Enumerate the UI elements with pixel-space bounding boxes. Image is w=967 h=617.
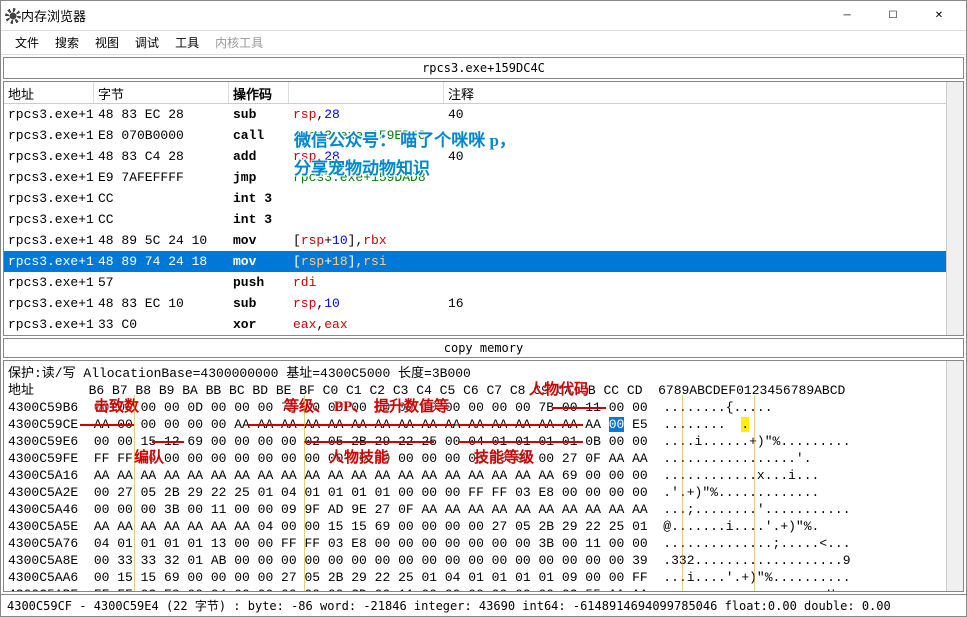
titlebar[interactable]: 内存浏览器 ─ ☐ ✕	[1, 1, 966, 31]
hex-row[interactable]: 4300C5ABE FF FF 03 E8 00 04 00 00 00 00 …	[4, 586, 963, 592]
redline-1	[80, 424, 134, 426]
hex-row[interactable]: 4300C59FE FF FF 00 00 00 00 00 00 00 00 …	[4, 450, 963, 467]
hex-row[interactable]: 4300C5A8E 00 33 33 32 01 AB 00 00 00 00 …	[4, 552, 963, 569]
minimize-button[interactable]: ─	[824, 1, 870, 31]
menu-view[interactable]: 视图	[87, 32, 127, 53]
disasm-row[interactable]: rpcs3.exe+1!48 83 EC 10subrsp,1016	[4, 293, 963, 314]
hex-row[interactable]: 4300C5A16 AA AA AA AA AA AA AA AA AA AA …	[4, 467, 963, 484]
copy-memory-button[interactable]: copy memory	[3, 338, 964, 358]
disasm-row[interactable]: rpcs3.exe+1!33 C0xoreax,eax	[4, 314, 963, 335]
disasm-row[interactable]: rpcs3.exe+1!E9 7AFEFFFFjmprpcs3.exe+159D…	[4, 167, 963, 188]
hex-row[interactable]: 4300C59B6 00 00 00 00 0D 00 00 00 78 00 …	[4, 399, 963, 416]
memory-viewer-window: 内存浏览器 ─ ☐ ✕ 文件 搜索 视图 调试 工具 内核工具 rpcs3.ex…	[0, 0, 967, 617]
hex-row[interactable]: 4300C5AA6 00 15 15 69 00 00 00 00 27 05 …	[4, 569, 963, 586]
disasm-row[interactable]: rpcs3.exe+1!48 89 74 24 18mov[rsp+18],rs…	[4, 251, 963, 272]
col-bytes[interactable]: 字节	[94, 82, 229, 103]
vline-4	[754, 395, 755, 592]
maximize-button[interactable]: ☐	[870, 1, 916, 31]
disasm-row[interactable]: rpcs3.exe+1!48 83 C4 28addrsp,2840	[4, 146, 963, 167]
status-text: 4300C59CF - 4300C59E4 (22 字节) : byte: -8…	[7, 599, 891, 613]
vline-2	[304, 395, 305, 592]
disassembly-panel: 地址 字节 操作码 注释 rpcs3.exe+1!48 83 EC 28subr…	[3, 81, 964, 336]
hex-protect-line: 保护:读/写 AllocationBase=4300000000 基址=4300…	[4, 361, 963, 382]
hex-dump[interactable]: 4300C59B6 00 00 00 00 0D 00 00 00 78 00 …	[4, 399, 963, 592]
close-button[interactable]: ✕	[916, 1, 962, 31]
menubar: 文件 搜索 视图 调试 工具 内核工具	[1, 31, 966, 55]
window-title: 内存浏览器	[21, 6, 824, 25]
hex-panel: 保护:读/写 AllocationBase=4300000000 基址=4300…	[3, 360, 964, 592]
disasm-row[interactable]: rpcs3.exe+1!CCint 3	[4, 209, 963, 230]
redline-5	[458, 424, 583, 426]
redline-4	[304, 441, 434, 443]
menu-search[interactable]: 搜索	[47, 32, 87, 53]
hex-row[interactable]: 4300C5A5E AA AA AA AA AA AA AA 04 00 00 …	[4, 518, 963, 535]
menu-kernel[interactable]: 内核工具	[207, 32, 271, 53]
current-address: rpcs3.exe+159DC4C	[422, 61, 545, 75]
col-opcode[interactable]: 操作码	[229, 82, 289, 103]
redline-7	[552, 407, 606, 409]
vline-3	[682, 395, 683, 592]
statusbar: 4300C59CF - 4300C59E4 (22 字节) : byte: -8…	[1, 594, 966, 616]
disasm-row[interactable]: rpcs3.exe+1!E8 070B0000callrpcs3.exe+159…	[4, 125, 963, 146]
disasm-row[interactable]: rpcs3.exe+1!48 89 5C 24 10mov[rsp+10],rb…	[4, 230, 963, 251]
col-comment[interactable]: 注释	[444, 82, 963, 103]
disasm-row[interactable]: rpcs3.exe+1!48 83 EC 28subrsp,2840	[4, 104, 963, 125]
menu-debug[interactable]: 调试	[127, 32, 167, 53]
disasm-row[interactable]: rpcs3.exe+1!57pushrdi	[4, 272, 963, 293]
hex-row[interactable]: 4300C5A2E 00 27 05 2B 29 22 25 01 04 01 …	[4, 484, 963, 501]
redline-6	[458, 441, 583, 443]
hex-row[interactable]: 4300C5A76 04 01 01 01 01 13 00 00 FF FF …	[4, 535, 963, 552]
app-icon	[5, 8, 21, 24]
disasm-row[interactable]: rpcs3.exe+1!CCint 3	[4, 188, 963, 209]
menu-tools[interactable]: 工具	[167, 32, 207, 53]
redline-3	[248, 424, 454, 426]
current-address-bar[interactable]: rpcs3.exe+159DC4C	[3, 57, 964, 79]
disasm-header: 地址 字节 操作码 注释	[4, 82, 963, 104]
hex-header: 地址 B6 B7 B8 B9 BA BB BC BD BE BF C0 C1 C…	[4, 382, 963, 399]
hex-scrollbar[interactable]	[946, 361, 963, 591]
hex-row[interactable]: 4300C5A46 00 00 00 3B 00 11 00 00 09 9F …	[4, 501, 963, 518]
redline-2	[152, 441, 184, 443]
disasm-list[interactable]: rpcs3.exe+1!48 83 EC 28subrsp,2840rpcs3.…	[4, 104, 963, 335]
menu-file[interactable]: 文件	[7, 32, 47, 53]
vline-1	[134, 395, 135, 592]
window-controls: ─ ☐ ✕	[824, 1, 962, 31]
col-address[interactable]: 地址	[4, 82, 94, 103]
disasm-scrollbar[interactable]	[946, 82, 963, 335]
